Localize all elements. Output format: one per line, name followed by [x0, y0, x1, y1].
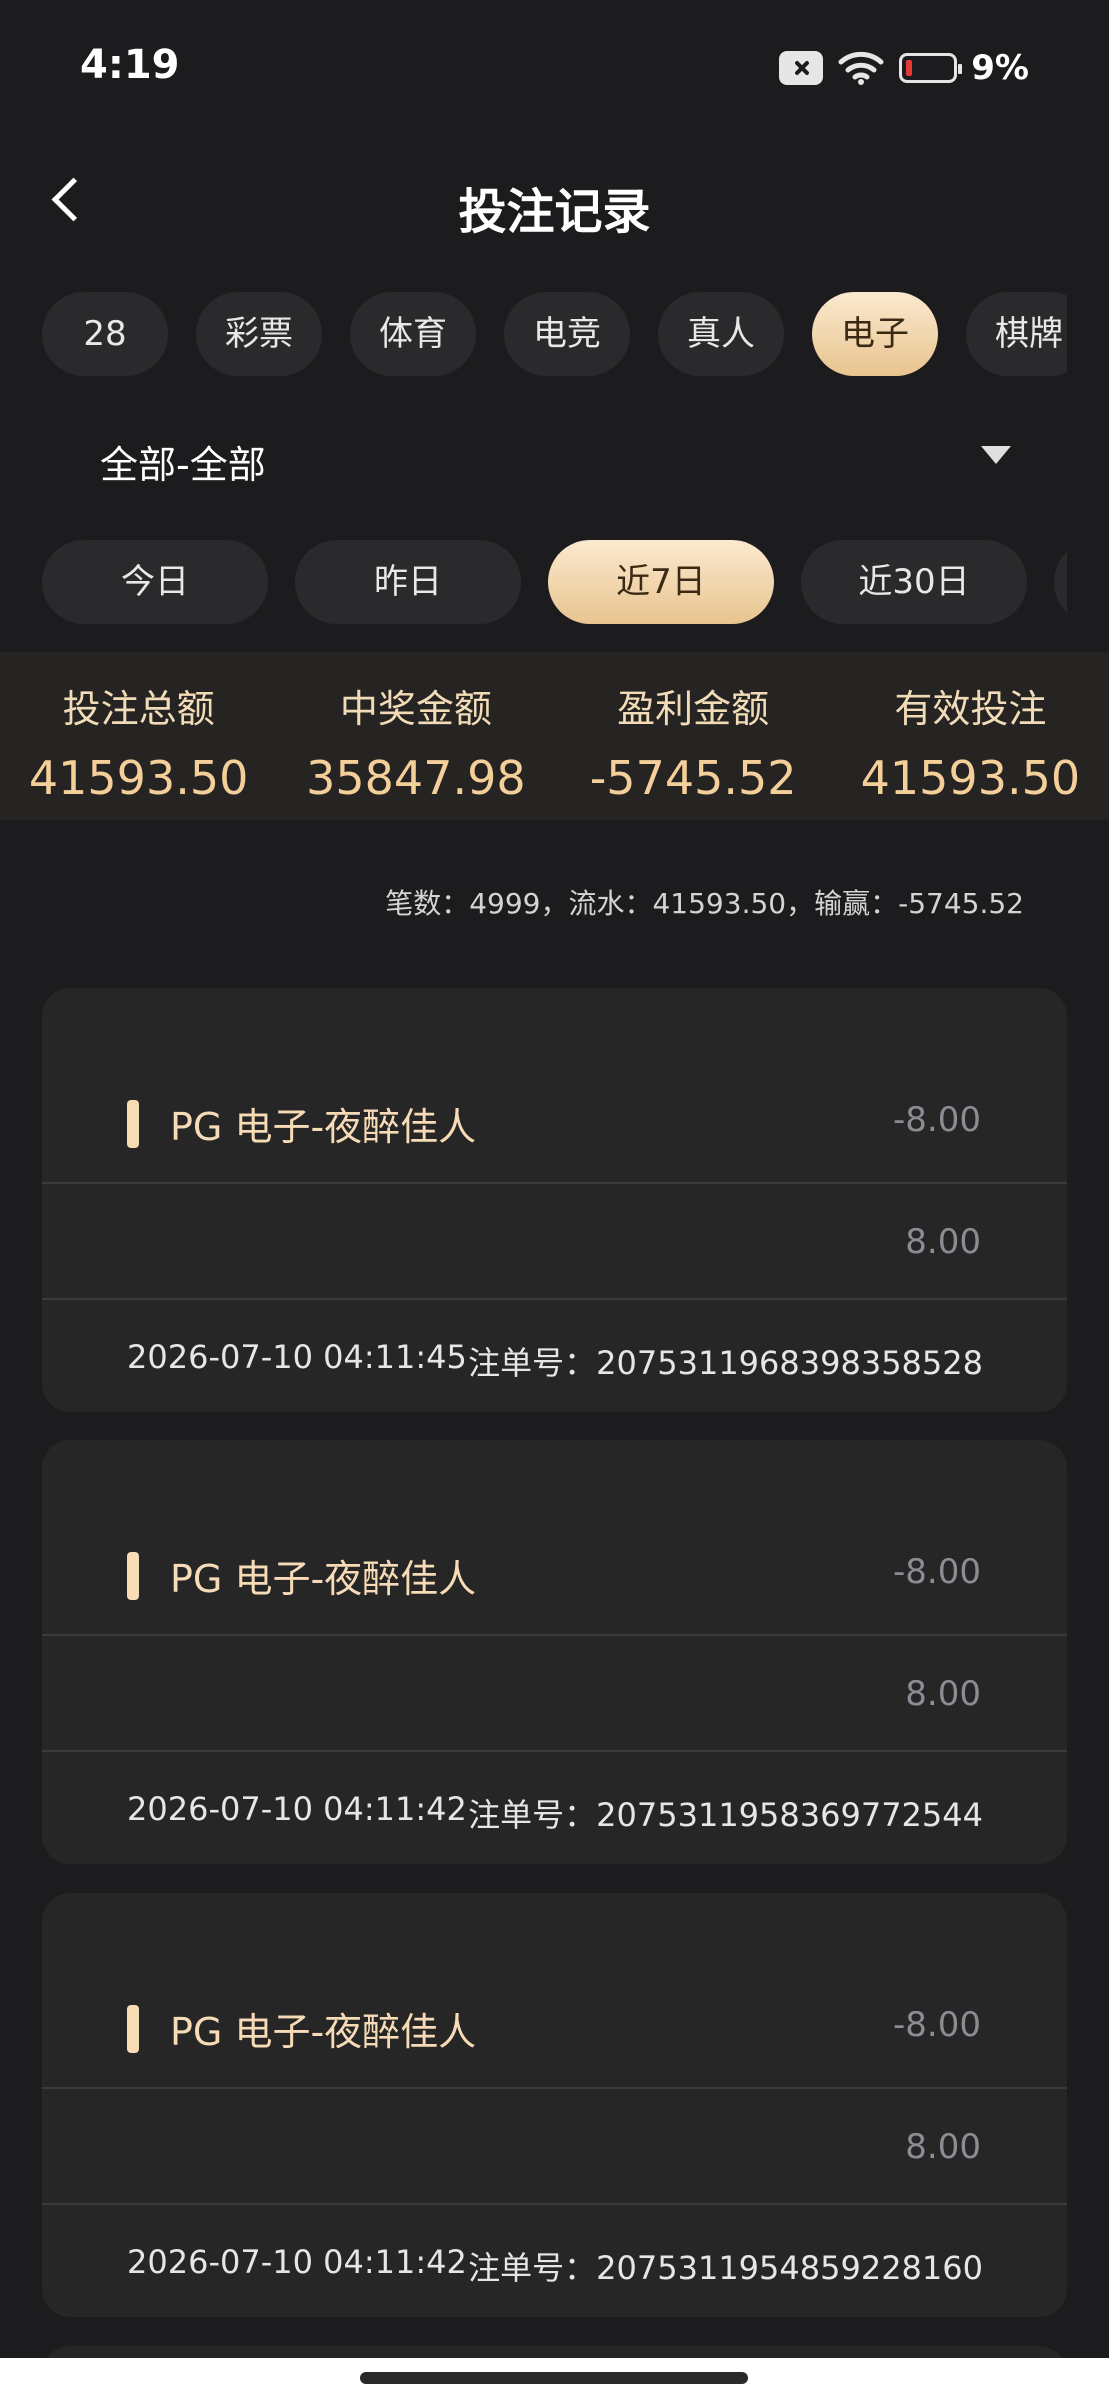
- bet-card-footer: 2026-07-10 04:11:42 注单号：2075311958369772…: [42, 1752, 1067, 1864]
- page-title: 投注记录: [458, 184, 651, 240]
- bet-order-number[interactable]: 注单号：2075311958369772544: [468, 1790, 983, 1836]
- tab-live[interactable]: 真人: [658, 292, 784, 376]
- bet-card-amount-row: 8.00: [42, 2089, 1067, 2205]
- tab-last-30-days[interactable]: 近30日: [801, 540, 1027, 624]
- bet-card-footer: 2026-07-10 04:11:45 注单号：2075311968398358…: [42, 1300, 1067, 1412]
- bet-card-amount-row: 8.00: [42, 1184, 1067, 1300]
- bet-win-loss: -8.00: [893, 1100, 981, 1140]
- bet-time: 2026-07-10 04:11:42: [127, 1790, 467, 1828]
- tab-yesterday[interactable]: 昨日: [295, 540, 521, 624]
- bet-card-header: PG 电子-夜醉佳人 -8.00: [42, 1893, 1067, 2089]
- wifi-icon: [838, 51, 884, 85]
- dropdown-value: 全部-全部: [100, 443, 266, 487]
- bet-game-name: PG 电子-夜醉佳人: [170, 2010, 477, 2054]
- bet-win-loss: -8.00: [893, 1552, 981, 1592]
- bet-card-header: PG 电子-夜醉佳人 -8.00: [42, 1440, 1067, 1636]
- tab-chess-cards[interactable]: 棋牌: [966, 292, 1067, 376]
- bet-win-loss: -8.00: [893, 2005, 981, 2045]
- status-icons: 9%: [779, 48, 1029, 88]
- no-sim-icon: [779, 51, 824, 85]
- bet-card[interactable]: PG 电子-夜醉佳人 -8.00 8.00 2026-07-10 04:11:4…: [42, 988, 1067, 1412]
- bet-amount: 8.00: [905, 1222, 981, 1262]
- summary-valid-bet: 有效投注 41593.50: [832, 652, 1109, 820]
- summary-label: 中奖金额: [339, 687, 492, 731]
- accent-bar: [127, 2005, 139, 2053]
- category-tabs: 28 彩票 体育 电竞 真人 电子 棋牌: [42, 292, 1067, 378]
- bet-card-header: PG 电子-夜醉佳人 -8.00: [42, 988, 1067, 1184]
- bet-game-name: PG 电子-夜醉佳人: [170, 1557, 477, 1601]
- summary-profit: 盈利金额 -5745.52: [555, 652, 832, 820]
- bet-amount: 8.00: [905, 2127, 981, 2167]
- battery-percent: 9%: [971, 48, 1029, 88]
- bet-card[interactable]: PG 电子-夜醉佳人 -8.00 8.00 2026-07-10 04:11:4…: [42, 1440, 1067, 1864]
- accent-bar: [127, 1100, 139, 1148]
- game-filter-dropdown[interactable]: 全部-全部: [42, 420, 1067, 492]
- bet-card-amount-row: 8.00: [42, 1636, 1067, 1752]
- tab-today[interactable]: 今日: [42, 540, 268, 624]
- bet-time: 2026-07-10 04:11:42: [127, 2243, 467, 2281]
- tab-last-7-days[interactable]: 近7日: [548, 540, 774, 624]
- accent-bar: [127, 1552, 139, 1600]
- tab-electronic[interactable]: 电子: [812, 292, 938, 376]
- summary-bar: 投注总额 41593.50 中奖金额 35847.98 盈利金额 -5745.5…: [0, 652, 1109, 820]
- bet-order-number[interactable]: 注单号：2075311968398358528: [468, 1338, 983, 1384]
- summary-label: 投注总额: [62, 687, 215, 731]
- summary-winnings: 中奖金额 35847.98: [277, 652, 554, 820]
- bet-game-name: PG 电子-夜醉佳人: [170, 1105, 477, 1149]
- summary-total-bet: 投注总额 41593.50: [0, 652, 277, 820]
- bet-card-footer: 2026-07-10 04:11:42 注单号：2075311954859228…: [42, 2205, 1067, 2317]
- summary-value: 41593.50: [28, 751, 249, 805]
- tab-sports[interactable]: 体育: [350, 292, 476, 376]
- tab-lottery[interactable]: 彩票: [196, 292, 322, 376]
- caret-down-icon: [981, 446, 1011, 464]
- tab-esports[interactable]: 电竞: [504, 292, 630, 376]
- bet-amount: 8.00: [905, 1674, 981, 1714]
- battery-icon: [899, 53, 963, 83]
- date-range-tabs: 今日 昨日 近7日 近30日: [42, 540, 1067, 626]
- bet-order-number[interactable]: 注单号：2075311954859228160: [468, 2243, 983, 2289]
- summary-label: 盈利金额: [617, 687, 770, 731]
- tab-28[interactable]: 28: [42, 292, 168, 376]
- summary-value: 41593.50: [860, 751, 1081, 805]
- totals-line: 笔数：4999，流水：41593.50，输赢：-5745.52: [385, 887, 1024, 920]
- summary-value: -5745.52: [589, 751, 797, 805]
- summary-value: 35847.98: [306, 751, 526, 805]
- status-time: 4:19: [80, 42, 180, 88]
- system-nav-bar: [0, 2358, 1109, 2400]
- header: 投注记录: [0, 150, 1109, 250]
- status-bar: 4:19 9%: [0, 0, 1109, 140]
- home-indicator[interactable]: [360, 2372, 748, 2384]
- tab-more[interactable]: [1054, 540, 1067, 624]
- bet-card[interactable]: PG 电子-夜醉佳人 -8.00 8.00 2026-07-10 04:11:4…: [42, 1893, 1067, 2317]
- bet-time: 2026-07-10 04:11:45: [127, 1338, 467, 1376]
- summary-label: 有效投注: [894, 687, 1047, 731]
